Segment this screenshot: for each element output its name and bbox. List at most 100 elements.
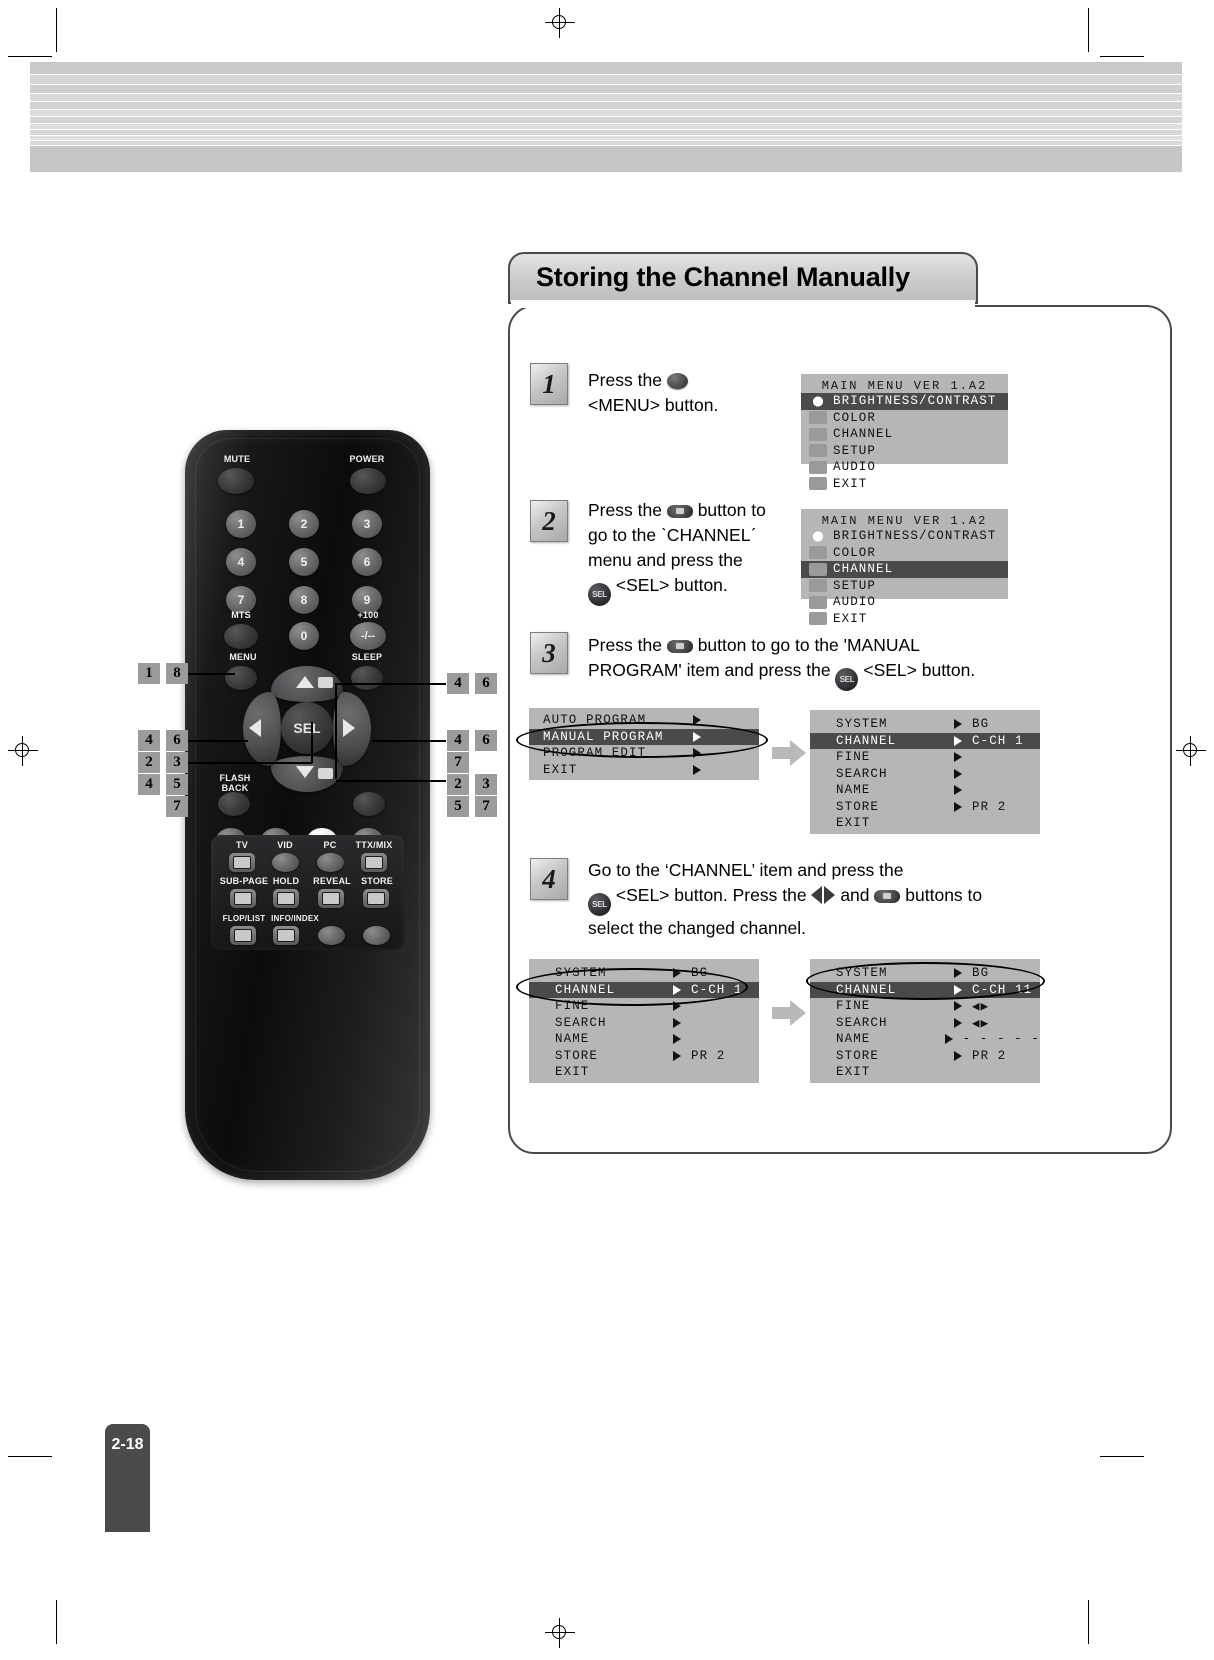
remote-button-extra-1[interactable] [318, 926, 345, 945]
callout-value: 8 [166, 663, 188, 684]
remote-button-flash-back[interactable] [218, 792, 250, 816]
osd-row[interactable]: CHANNEL C-CH 1 [810, 732, 1040, 749]
remote-button-infoindex[interactable] [273, 926, 299, 945]
remote-key-4[interactable]: 4 [226, 548, 256, 576]
channel-updown-button-icon [666, 505, 693, 518]
callout-leader-left [188, 740, 248, 742]
remote-button-mute[interactable] [218, 468, 254, 494]
remote-button-floplist[interactable] [230, 926, 256, 945]
left-right-button-icon [811, 886, 836, 911]
osd-row-label: SEARCH [836, 1015, 888, 1030]
nav-down-channel-icon [318, 768, 333, 779]
remote-button-pc[interactable] [317, 853, 344, 872]
page-title: Storing the Channel Manually [536, 262, 910, 292]
remote-button-sel[interactable]: SEL [281, 702, 333, 754]
remote-key-minus[interactable]: -/-- [350, 622, 386, 650]
brightness-icon [809, 394, 827, 408]
osd-item[interactable]: EXIT [529, 762, 759, 779]
remote-button-ttxmix[interactable] [361, 853, 387, 872]
step-3-line-2: PROGRAM' item and press the [588, 660, 831, 680]
step-3-text: Press the button to go to the 'MANUAL PR… [588, 633, 1058, 691]
brightness-icon [809, 529, 827, 543]
callout-leader-up [336, 683, 446, 685]
remote-button-tv[interactable] [229, 853, 255, 872]
callout-value: 4 [447, 673, 469, 694]
osd-row[interactable]: STORE PR 2 [810, 1048, 1040, 1065]
crop-mark-tl-v [56, 8, 58, 52]
remote-button-extra-2[interactable] [363, 926, 390, 945]
callout-value: 4 [138, 774, 160, 795]
osd-row-label: SEARCH [836, 766, 888, 781]
osd-row[interactable]: NAME [810, 782, 1040, 799]
callout-value: 6 [475, 673, 497, 694]
channel-updown-button-icon [874, 890, 901, 903]
osd-row[interactable]: EXIT [810, 1064, 1040, 1081]
remote-key-5[interactable]: 5 [289, 548, 319, 576]
osd-row[interactable]: NAME [529, 1031, 759, 1048]
callout-flash-right: 2 3 [447, 774, 497, 795]
osd-row[interactable]: SYSTEM BG [810, 716, 1040, 733]
osd-item[interactable]: AUDIO [801, 594, 1008, 611]
remote-key-2[interactable]: 2 [289, 510, 319, 538]
osd-item[interactable]: COLOR [801, 410, 1008, 427]
remote-sel-label: SEL [293, 720, 321, 736]
osd-item[interactable]: SETUP [801, 578, 1008, 595]
header-banner [30, 62, 1182, 172]
step-3-line-2b: <SEL> button. [863, 660, 976, 680]
osd-item[interactable]: BRIGHTNESS/CONTRAST [801, 528, 1008, 545]
remote-button-reveal[interactable] [318, 889, 344, 908]
remote-button-sleep[interactable] [351, 666, 383, 690]
remote-button-menu[interactable] [225, 666, 257, 690]
osd-row-label: NAME [555, 1032, 590, 1047]
osd-row[interactable]: SEARCH [529, 1015, 759, 1032]
osd-manual-program-a: SYSTEM BG CHANNEL C-CH 1 FINE SEARCH NAME … [810, 710, 1040, 834]
osd-row[interactable]: FINE [810, 749, 1040, 766]
osd-row-label: NAME [836, 783, 871, 798]
callout-right: 4 6 [447, 730, 497, 751]
remote-button-store[interactable] [363, 889, 389, 908]
channel-icon [809, 562, 827, 576]
nav-right-arrow-icon [343, 719, 355, 737]
osd-item-label: CHANNEL [833, 562, 894, 577]
osd-item[interactable]: SETUP [801, 443, 1008, 460]
highlight-ellipse-channel-c [806, 962, 1045, 1000]
remote-key-8[interactable]: 8 [289, 586, 319, 614]
osd-item[interactable]: CHANNEL [801, 426, 1008, 443]
remote-key-0[interactable]: 0 [289, 622, 319, 650]
osd-item-label: EXIT [833, 476, 868, 491]
step-number-4: 4 [530, 858, 568, 900]
osd-item[interactable]: CHANNEL [801, 561, 1008, 578]
remote-key-6[interactable]: 6 [352, 548, 382, 576]
osd-row[interactable]: SEARCH [810, 766, 1040, 783]
osd-row[interactable]: NAME - - - - - [810, 1031, 1040, 1048]
osd-row[interactable]: EXIT [810, 815, 1040, 832]
remote-button-subpage[interactable] [230, 889, 256, 908]
osd-row[interactable]: EXIT [529, 1064, 759, 1081]
section-title-tab: Storing the Channel Manually [508, 252, 978, 304]
remote-label-store: STORE [361, 876, 393, 886]
page-number: 2-18 [111, 1436, 144, 1453]
osd-row[interactable]: STORE PR 2 [529, 1048, 759, 1065]
osd-item[interactable]: AUDIO [801, 459, 1008, 476]
osd-item[interactable]: COLOR [801, 545, 1008, 562]
chevron-right-icon [954, 735, 962, 746]
osd-item[interactable]: BRIGHTNESS/CONTRAST [801, 393, 1008, 410]
step-number-1: 1 [530, 363, 568, 405]
osd-item[interactable]: EXIT [801, 476, 1008, 493]
remote-button-hold[interactable] [273, 889, 299, 908]
osd-row[interactable]: SEARCH ◀▶ [810, 1015, 1040, 1032]
chevron-right-icon [673, 1050, 681, 1061]
remote-button-mts[interactable] [224, 624, 258, 649]
remote-key-1[interactable]: 1 [226, 510, 256, 538]
remote-button-vid[interactable] [272, 853, 299, 872]
remote-button-misc-right[interactable] [353, 792, 385, 816]
osd-item[interactable]: EXIT [801, 611, 1008, 628]
osd-row[interactable]: FINE ◀▶ [810, 998, 1040, 1015]
remote-label-tv: TV [236, 840, 248, 850]
osd-row[interactable]: STORE PR 2 [810, 799, 1040, 816]
remote-key-3[interactable]: 3 [352, 510, 382, 538]
remote-button-power[interactable] [350, 468, 386, 494]
step-3-line-1b: button to go to the 'MANUAL [697, 635, 920, 655]
osd-row-label: STORE [836, 1048, 880, 1063]
callout-value: 1 [138, 663, 160, 684]
